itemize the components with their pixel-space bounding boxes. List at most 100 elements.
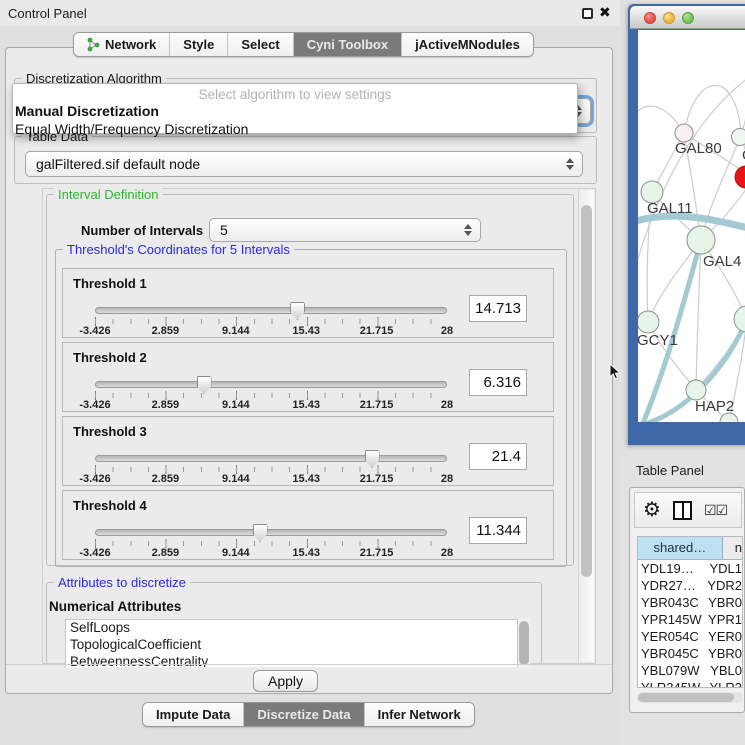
vertical-scrollbar[interactable] — [578, 190, 594, 662]
thresholds-group-label: Threshold's Coordinates for 5 Intervals — [63, 242, 294, 257]
table-row[interactable]: YPR145WYPR1 — [638, 611, 742, 628]
close-icon[interactable]: ✖ — [599, 4, 611, 21]
table-panel-title: Table Panel — [636, 463, 704, 478]
tick-label: 2.859 — [152, 325, 180, 337]
threshold-1-value-field[interactable]: 14.713 — [469, 295, 527, 322]
zoom-traffic-light-icon[interactable] — [682, 12, 694, 24]
cell: YBR0 — [704, 594, 742, 611]
cell: YBR045C — [638, 645, 704, 662]
tab-cyni-toolbox[interactable]: Cyni Toolbox — [294, 33, 402, 56]
threshold-3-box: Threshold 3 -3.4262.8599.14415.4321.7152… — [62, 416, 554, 486]
tick-label: 9.144 — [222, 547, 250, 559]
list-item[interactable]: SelfLoops — [66, 620, 517, 637]
gear-icon[interactable]: ⚙ — [643, 500, 661, 520]
minimize-traffic-light-icon[interactable] — [663, 12, 675, 24]
tick-label: -3.426 — [79, 325, 110, 337]
tick-label: 9.144 — [222, 399, 250, 411]
network-node[interactable] — [638, 311, 659, 333]
tick-label: 28 — [441, 547, 453, 559]
node-label: GAL4 — [703, 253, 741, 270]
dropdown-option-equal-width-frequency[interactable]: Equal Width/Frequency Discretization — [13, 120, 577, 138]
tick-label: 21.715 — [360, 473, 394, 485]
threshold-2-box: Threshold 2 -3.4262.8599.14415.4321.7152… — [62, 342, 554, 412]
threshold-1-box: Threshold 1 -3.4262.8599.14415.4321.7152… — [62, 268, 554, 338]
tab-label: Style — [183, 37, 214, 52]
threshold-4-slider[interactable] — [95, 529, 447, 536]
slider-tick-labels: -3.4262.8599.14415.4321.71528 — [95, 325, 447, 337]
tab-label: Infer Network — [378, 707, 461, 722]
tick-label: -3.426 — [79, 547, 110, 559]
vertical-scrollbar-thumb[interactable] — [581, 205, 592, 577]
table-panel-body: ⚙ ☑☑ shared… n YDL19…YDL1 YDR27…YDR2 YBR… — [629, 487, 745, 713]
tick-label: 15.43 — [292, 547, 320, 559]
node-table[interactable]: shared… n YDL19…YDL1 YDR27…YDR2 YBR043CY… — [637, 536, 743, 688]
table-row[interactable]: YBR045CYBR0 — [638, 645, 742, 662]
network-node[interactable] — [686, 380, 706, 400]
list-item[interactable]: TopologicalCoefficient — [66, 637, 517, 654]
checkbox-icons[interactable]: ☑☑ — [704, 502, 727, 519]
threshold-4-value-field[interactable]: 11.344 — [469, 517, 527, 544]
threshold-2-slider[interactable] — [95, 381, 447, 388]
cell: YBR0 — [704, 645, 742, 662]
table-row[interactable]: YBL079WYBL0 — [638, 662, 742, 679]
threshold-4-box: Threshold 4 -3.426 2.859 9.144 15.43 21.715 2… — [62, 490, 554, 560]
network-canvas[interactable]: GAL80 GA C GAL11 GAL4 GCY1 H HAP2 — [638, 30, 745, 422]
horizontal-scrollbar-thumb[interactable] — [638, 693, 734, 702]
float-window-icon[interactable] — [582, 8, 593, 19]
threshold-label: Threshold 4 — [73, 498, 147, 513]
table-row[interactable]: YDR27…YDR2 — [638, 577, 742, 594]
threshold-2-value-field[interactable]: 6.316 — [469, 369, 527, 396]
numerical-attributes-list[interactable]: SelfLoops TopologicalCoefficient Between… — [65, 619, 518, 667]
tab-select[interactable]: Select — [228, 33, 293, 56]
split-columns-icon[interactable] — [673, 501, 692, 520]
tab-impute-data[interactable]: Impute Data — [143, 703, 244, 726]
network-node[interactable] — [687, 226, 715, 254]
tab-style[interactable]: Style — [170, 33, 228, 56]
dropdown-option-manual-discretization[interactable]: Manual Discretization — [13, 102, 577, 120]
table-row[interactable]: YBR043CYBR0 — [638, 594, 742, 611]
apply-button[interactable]: Apply — [253, 670, 318, 692]
threshold-label: Threshold 1 — [73, 276, 147, 291]
table-data-combobox[interactable]: galFiltered.sif default node — [25, 151, 583, 177]
tab-network[interactable]: Network — [74, 33, 170, 56]
threshold-3-slider[interactable] — [95, 455, 447, 462]
network-icon — [87, 37, 100, 52]
horizontal-scrollbar[interactable] — [637, 692, 743, 703]
threshold-3-value-field[interactable]: 21.4 — [469, 443, 527, 470]
network-node-selected[interactable] — [735, 166, 745, 188]
table-row[interactable]: YER054CYER0 — [638, 628, 742, 645]
interval-definition-group-label: Interval Definition — [54, 187, 162, 202]
slider-ticks — [95, 467, 448, 472]
tab-infer-network[interactable]: Infer Network — [365, 703, 474, 726]
node-label: GAL80 — [675, 140, 722, 157]
slider-ticks — [95, 319, 448, 324]
table-row[interactable]: YDL19…YDL1 — [638, 560, 742, 577]
column-header-name[interactable]: n — [723, 537, 742, 559]
close-traffic-light-icon[interactable] — [644, 12, 656, 24]
slider-ticks — [95, 393, 448, 398]
tab-discretize-data[interactable]: Discretize Data — [244, 703, 364, 726]
tick-label: 9.144 — [222, 473, 250, 485]
network-node[interactable] — [732, 129, 745, 146]
table-row[interactable]: YLR345WYLR3 — [638, 679, 742, 688]
number-of-intervals-combobox[interactable]: 5 — [209, 218, 481, 242]
tick-label: -3.426 — [79, 399, 110, 411]
mouse-cursor-icon — [609, 363, 621, 381]
attributes-scrollbar-thumb[interactable] — [519, 621, 529, 665]
tick-label: 21.715 — [360, 547, 394, 559]
tab-jactivemnodules[interactable]: jActiveMNodules — [402, 33, 533, 56]
table-data-group: Table Data galFiltered.sif default node — [14, 136, 597, 184]
column-header-shared-name[interactable]: shared… — [638, 537, 723, 559]
threshold-label: Threshold 2 — [73, 350, 147, 365]
threshold-label: Threshold 3 — [73, 424, 147, 439]
cell: YBR043C — [638, 594, 704, 611]
list-item[interactable]: BetweennessCentrality — [66, 654, 517, 667]
attributes-scrollbar[interactable] — [518, 619, 530, 667]
cell: YER0 — [704, 628, 742, 645]
interval-definition-group: Interval Definition Number of Intervals … — [46, 194, 574, 566]
cell: YDR27… — [638, 577, 703, 594]
network-node[interactable] — [734, 306, 745, 332]
threshold-1-slider[interactable] — [95, 307, 447, 314]
tick-label: 15.43 — [292, 399, 320, 411]
tick-label: 2.859 — [152, 547, 180, 559]
